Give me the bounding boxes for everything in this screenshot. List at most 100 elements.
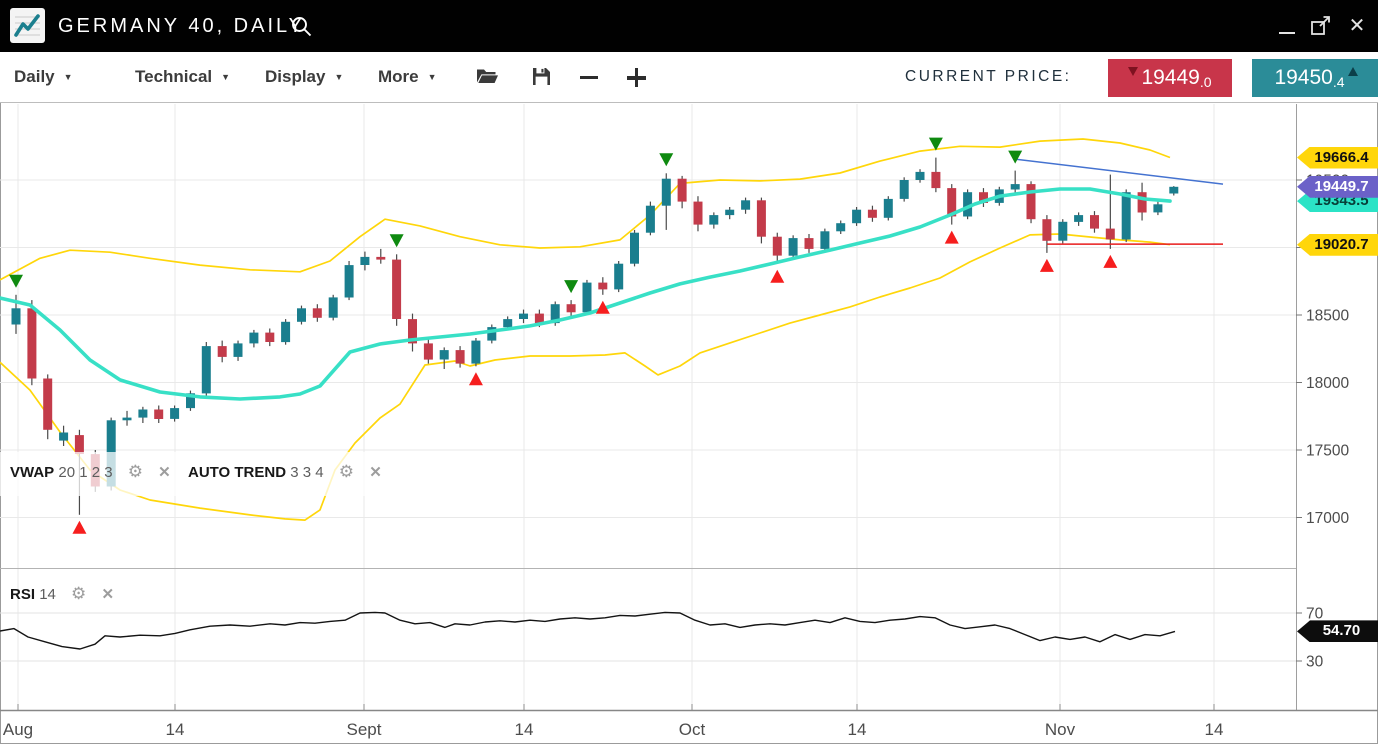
candle[interactable] [297, 308, 306, 322]
zoom-out-button[interactable] [580, 76, 598, 79]
candle[interactable] [662, 179, 671, 206]
candle[interactable] [376, 257, 385, 260]
candle[interactable] [392, 260, 401, 319]
indicator-name: AUTO TREND [188, 464, 286, 481]
candle[interactable] [1138, 192, 1147, 212]
ask-price-box[interactable]: 19450.4 [1252, 59, 1378, 97]
bid-price-box[interactable]: 19449.0 [1108, 59, 1232, 97]
minimize-button[interactable] [1274, 13, 1300, 39]
chevron-down-icon: ▼ [428, 72, 437, 82]
candle[interactable] [345, 265, 354, 297]
candle[interactable] [773, 237, 782, 256]
popout-icon [1308, 13, 1334, 39]
candle[interactable] [916, 172, 925, 180]
candle[interactable] [59, 433, 68, 441]
candle[interactable] [836, 223, 845, 231]
candle[interactable] [123, 418, 132, 421]
rsi-axis-label: 30 [1306, 654, 1324, 671]
candle[interactable] [1106, 229, 1115, 240]
indicator-name: VWAP [10, 464, 54, 481]
candle[interactable] [678, 179, 687, 202]
candle[interactable] [503, 319, 512, 327]
sell-signal-icon [659, 153, 673, 166]
candle[interactable] [725, 210, 734, 215]
save-icon[interactable] [531, 66, 555, 88]
candle[interactable] [456, 350, 465, 364]
buy-signal-icon [1040, 259, 1054, 272]
candle[interactable] [75, 435, 84, 454]
zoom-in-button[interactable] [626, 67, 647, 88]
candle[interactable] [12, 308, 21, 324]
candle[interactable] [852, 210, 861, 224]
candle[interactable] [27, 308, 36, 378]
open-folder-icon[interactable] [476, 66, 500, 88]
candle[interactable] [1169, 187, 1178, 194]
candle[interactable] [360, 257, 369, 265]
candle[interactable] [424, 343, 433, 359]
vwap-remove-icon[interactable]: ✕ [158, 464, 171, 481]
candle[interactable] [1058, 222, 1067, 241]
candle[interactable] [630, 233, 639, 264]
candle[interactable] [440, 350, 449, 359]
candle[interactable] [884, 199, 893, 218]
timeframe-menu[interactable]: Daily▼ [14, 52, 73, 102]
candle[interactable] [1074, 215, 1083, 222]
candle[interactable] [598, 283, 607, 290]
candle[interactable] [805, 238, 814, 249]
indicator-label-vwap: VWAP 20 1 2 3 ⚙ ✕ [10, 462, 171, 482]
candle[interactable] [1027, 184, 1036, 219]
x-axis-label: 14 [166, 720, 185, 739]
chart-canvas[interactable]: Aug14Sept14Oct14Nov141950019000185001800… [0, 0, 1378, 744]
popout-window-button[interactable] [1308, 13, 1334, 39]
display-menu[interactable]: Display▼ [265, 52, 343, 102]
candle[interactable] [329, 297, 338, 317]
candle[interactable] [614, 264, 623, 290]
candle[interactable] [931, 172, 940, 188]
candle[interactable] [820, 231, 829, 249]
candle[interactable] [43, 379, 52, 430]
candle[interactable] [1042, 219, 1051, 241]
rsi-remove-icon[interactable]: ✕ [101, 586, 114, 603]
candle[interactable] [583, 283, 592, 313]
candle[interactable] [709, 215, 718, 225]
auto-trend-settings-gear-icon[interactable]: ⚙ [339, 462, 354, 481]
candle[interactable] [1090, 215, 1099, 229]
candle[interactable] [900, 180, 909, 199]
x-axis-label: 14 [1205, 720, 1224, 739]
vwap-settings-gear-icon[interactable]: ⚙ [128, 462, 143, 481]
rsi-settings-gear-icon[interactable]: ⚙ [71, 584, 86, 603]
indicator-params: 14 [39, 586, 56, 603]
candle[interactable] [218, 346, 227, 357]
candle[interactable] [138, 410, 147, 418]
candle[interactable] [1122, 192, 1131, 239]
candle[interactable] [789, 238, 798, 256]
candle[interactable] [519, 314, 528, 319]
y-axis-label: 18500 [1306, 308, 1349, 325]
candle[interactable] [471, 341, 480, 364]
candle[interactable] [868, 210, 877, 218]
candle[interactable] [567, 304, 576, 312]
more-menu[interactable]: More▼ [378, 52, 437, 102]
candle[interactable] [1153, 204, 1162, 212]
candle[interactable] [281, 322, 290, 342]
buy-signal-icon [72, 521, 86, 534]
candle[interactable] [154, 410, 163, 420]
candle[interactable] [741, 200, 750, 209]
candle[interactable] [249, 333, 258, 344]
candle[interactable] [202, 346, 211, 393]
close-button[interactable]: ✕ [1344, 13, 1370, 39]
candle[interactable] [1011, 184, 1020, 189]
candle[interactable] [646, 206, 655, 233]
candle[interactable] [757, 200, 766, 236]
candle[interactable] [265, 333, 274, 342]
candle[interactable] [694, 202, 703, 225]
search-icon[interactable] [289, 14, 315, 40]
candle[interactable] [234, 343, 243, 357]
candle[interactable] [170, 408, 179, 419]
candle[interactable] [313, 308, 322, 318]
price-tag: 19449.7 [1297, 176, 1378, 198]
technical-menu[interactable]: Technical▼ [135, 52, 230, 102]
auto-trend-remove-icon[interactable]: ✕ [369, 464, 382, 481]
sell-signal-icon [564, 280, 578, 293]
rsi-line [0, 612, 1175, 649]
